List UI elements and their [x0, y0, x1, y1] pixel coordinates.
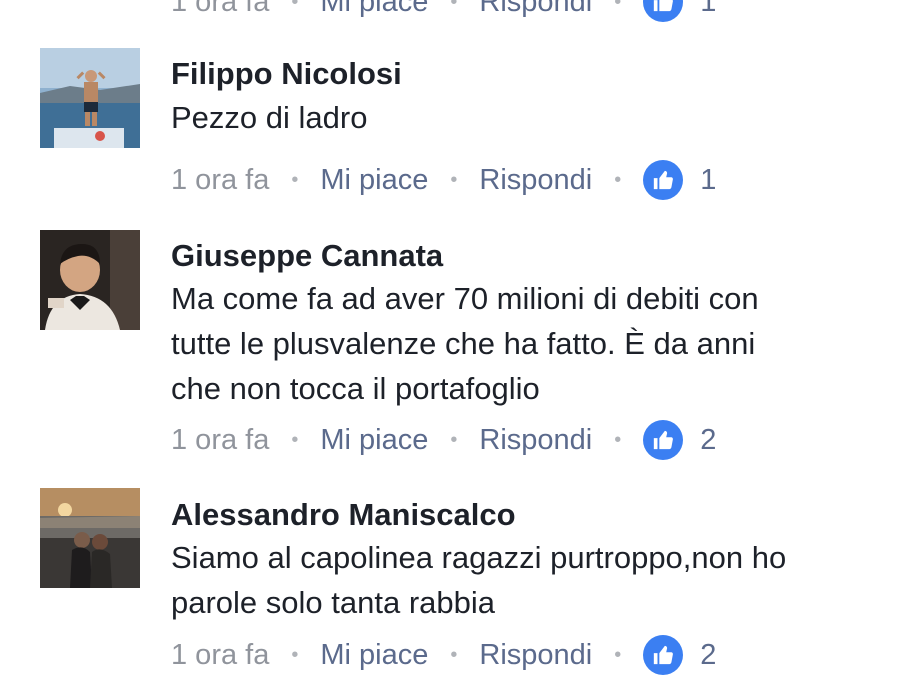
prev-comment-meta: 1 ora fa • Mi piace • Rispondi • 1: [171, 0, 716, 24]
reply-link[interactable]: Rispondi: [479, 424, 592, 457]
separator-dot: •: [450, 0, 458, 13]
thumbs-up-icon: [643, 635, 684, 675]
comment-line: che non tocca il portafoglio: [171, 371, 540, 406]
separator-dot: •: [614, 643, 622, 666]
separator-dot: •: [450, 428, 458, 451]
separator-dot: •: [291, 0, 299, 13]
thumbs-up-icon: [643, 420, 684, 460]
avatar[interactable]: [40, 488, 140, 588]
comment-text: Pezzo di ladro: [171, 95, 871, 140]
comment-meta: 1 ora fa • Mi piace • Rispondi • 2: [171, 418, 716, 462]
like-link[interactable]: Mi piace: [320, 639, 428, 672]
separator-dot: •: [614, 428, 622, 451]
like-link[interactable]: Mi piace: [320, 164, 428, 197]
commenter-name[interactable]: Alessandro Maniscalco: [171, 497, 516, 533]
comment-line: Siamo al capolinea ragazzi purtroppo,non…: [171, 540, 787, 575]
like-count: 2: [700, 423, 717, 456]
reply-link[interactable]: Rispondi: [479, 0, 592, 19]
separator-dot: •: [450, 168, 458, 191]
commenter-name[interactable]: Filippo Nicolosi: [171, 56, 402, 92]
separator-dot: •: [291, 428, 299, 451]
like-link[interactable]: Mi piace: [320, 424, 428, 457]
comment-meta: 1 ora fa • Mi piace • Rispondi • 1: [171, 158, 716, 202]
comment-text: Siamo al capolinea ragazzi purtroppo,non…: [171, 535, 871, 625]
separator-dot: •: [450, 643, 458, 666]
thumbs-up-icon: [643, 0, 684, 22]
like-count: 2: [700, 638, 717, 671]
separator-dot: •: [291, 643, 299, 666]
comment-text: Ma come fa ad aver 70 milioni di debiti …: [171, 276, 871, 411]
comment-meta: 1 ora fa • Mi piace • Rispondi • 2: [171, 633, 716, 677]
commenter-name[interactable]: Giuseppe Cannata: [171, 238, 443, 274]
thumbs-up-icon: [643, 160, 684, 200]
reply-link[interactable]: Rispondi: [479, 639, 592, 672]
comment-time: 1 ora fa: [171, 638, 270, 671]
comment-time: 1 ora fa: [171, 423, 270, 456]
avatar[interactable]: [40, 48, 140, 148]
comment-time: 1 ora fa: [171, 0, 270, 18]
separator-dot: •: [291, 168, 299, 191]
comment-line: tutte le plusvalenze che ha fatto. È da …: [171, 326, 756, 361]
like-count: 1: [700, 163, 717, 196]
comment-line: Ma come fa ad aver 70 milioni di debiti …: [171, 281, 759, 316]
comment-time: 1 ora fa: [171, 163, 270, 196]
like-link[interactable]: Mi piace: [320, 0, 428, 19]
separator-dot: •: [614, 168, 622, 191]
comment-line: Pezzo di ladro: [171, 100, 368, 135]
comment-line: parole solo tanta rabbia: [171, 585, 496, 620]
avatar[interactable]: [40, 230, 140, 330]
separator-dot: •: [614, 0, 622, 13]
like-count: 1: [700, 0, 717, 18]
reply-link[interactable]: Rispondi: [479, 164, 592, 197]
